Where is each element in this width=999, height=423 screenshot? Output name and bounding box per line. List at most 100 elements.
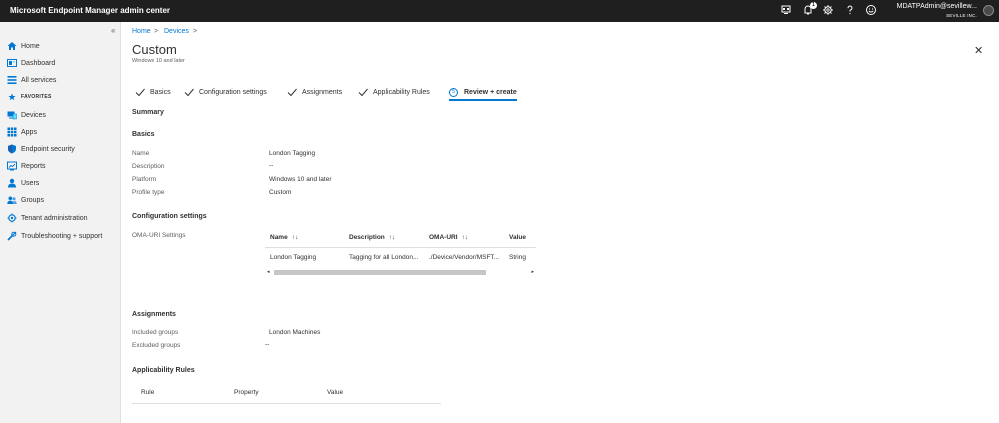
app-title[interactable]: Microsoft Endpoint Manager admin center xyxy=(10,6,170,15)
close-button[interactable]: ✕ xyxy=(974,44,983,57)
configuration-settings-heading: Configuration settings xyxy=(132,213,207,220)
included-groups-label: Included groups xyxy=(132,329,179,336)
column-header-property[interactable]: Property xyxy=(234,389,259,396)
breadcrumb-home[interactable]: Home xyxy=(132,28,151,35)
sidebar-item-label: Troubleshooting + support xyxy=(21,232,103,240)
user-avatar[interactable] xyxy=(983,5,994,16)
sidebar-item-groups[interactable]: Groups xyxy=(7,194,44,206)
basics-heading: Basics xyxy=(132,131,155,138)
platform-label: Platform xyxy=(132,176,157,183)
column-header-name[interactable]: Name ↑↓ xyxy=(270,234,298,241)
sidebar-favorites-header: FAVORITES xyxy=(7,91,52,103)
sidebar-item-label: Groups xyxy=(21,196,44,204)
collapse-sidebar-button[interactable]: « xyxy=(111,26,115,35)
user-icon xyxy=(8,178,16,188)
sidebar-item-label: Users xyxy=(21,179,40,187)
platform-value: Windows 10 and later xyxy=(269,176,332,183)
star-icon xyxy=(8,93,16,101)
step-label: Basics xyxy=(150,88,171,96)
step-assignments[interactable]: Assignments xyxy=(287,86,342,98)
user-name[interactable]: MDATPAdmin@sevillew... xyxy=(897,3,977,10)
step-label: Review + create xyxy=(464,88,517,96)
profile-type-label: Profile type xyxy=(132,189,165,196)
settings-gear-icon[interactable] xyxy=(822,4,834,16)
wrench-icon xyxy=(7,231,17,241)
description-label: Description xyxy=(132,163,165,170)
apps-icon xyxy=(7,127,17,137)
step-label: Assignments xyxy=(302,88,343,96)
breadcrumb-separator: > xyxy=(193,28,198,35)
sidebar-item-all-services[interactable]: All services xyxy=(7,74,56,86)
dashboard-icon xyxy=(7,59,17,67)
sidebar-item-label: Apps xyxy=(21,128,37,136)
applicability-rules-heading: Applicability Rules xyxy=(132,367,195,374)
all-services-icon xyxy=(7,76,17,84)
scrollbar-thumb[interactable] xyxy=(274,270,486,275)
groups-icon xyxy=(7,196,17,204)
home-icon xyxy=(7,42,17,50)
scroll-right-icon[interactable]: ▸ xyxy=(531,269,534,275)
page-subtitle: Windows 10 and later xyxy=(132,58,185,64)
column-header-description[interactable]: Description ↑↓ xyxy=(349,234,395,241)
table-divider xyxy=(265,247,536,248)
checkmark-icon xyxy=(135,88,145,97)
sidebar-item-label: Devices xyxy=(21,111,46,119)
table-cell-name: London Tagging xyxy=(270,254,317,261)
profile-type-value: Custom xyxy=(269,189,292,196)
step-number: 5 xyxy=(449,87,458,97)
column-header-oma-uri[interactable]: OMA-URI ↑↓ xyxy=(429,234,468,241)
column-header-value[interactable]: Value xyxy=(509,234,526,241)
sidebar-item-reports[interactable]: Reports xyxy=(7,160,46,172)
sidebar-item-label: Reports xyxy=(21,162,46,170)
sidebar-item-users[interactable]: Users xyxy=(7,177,39,189)
feedback-smiley-icon[interactable] xyxy=(865,4,877,16)
sidebar-item-endpoint-security[interactable]: Endpoint security xyxy=(7,143,75,155)
name-value: London Tagging xyxy=(269,150,316,157)
checkmark-icon xyxy=(287,88,297,97)
step-applicability-rules[interactable]: Applicability Rules xyxy=(358,86,430,98)
shield-icon xyxy=(8,144,16,154)
sort-icon[interactable]: ↑↓ xyxy=(389,234,396,241)
sidebar-item-home[interactable]: Home xyxy=(7,40,40,52)
devices-icon xyxy=(7,111,17,120)
sidebar-item-apps[interactable]: Apps xyxy=(7,126,37,138)
help-icon[interactable] xyxy=(844,4,856,16)
checkmark-icon xyxy=(184,88,194,97)
sidebar: « Home Dashboard All services FAVORITES … xyxy=(0,22,121,423)
breadcrumb-devices[interactable]: Devices xyxy=(164,28,189,35)
sidebar-item-label: Dashboard xyxy=(21,59,56,67)
notifications-icon[interactable]: 1 xyxy=(802,2,817,16)
step-label: Applicability Rules xyxy=(373,88,430,96)
tenant-icon xyxy=(7,213,17,223)
table-cell-description: Tagging for all London... xyxy=(349,254,419,261)
summary-heading: Summary xyxy=(132,109,164,116)
remote-desktop-icon[interactable] xyxy=(780,4,792,16)
step-label: Configuration settings xyxy=(199,88,267,96)
sort-icon[interactable]: ↑↓ xyxy=(292,234,299,241)
step-basics[interactable]: Basics xyxy=(135,86,171,98)
sidebar-section-label: FAVORITES xyxy=(21,94,52,100)
table-cell-oma-uri: ./Device/Vendor/MSFT... xyxy=(429,254,500,261)
user-org: SEVILLE INC. xyxy=(946,13,977,18)
column-header-rule[interactable]: Rule xyxy=(141,389,154,396)
page-title: Custom xyxy=(132,42,177,57)
description-value: -- xyxy=(269,162,274,169)
name-label: Name xyxy=(132,150,150,157)
column-header-value[interactable]: Value xyxy=(327,389,343,396)
breadcrumb-separator: > xyxy=(154,28,159,35)
sidebar-item-dashboard[interactable]: Dashboard xyxy=(7,57,55,69)
sidebar-item-tenant-administration[interactable]: Tenant administration xyxy=(7,212,88,224)
table-cell-value: String xyxy=(509,254,526,261)
sidebar-item-label: Home xyxy=(21,42,40,50)
sidebar-item-devices[interactable]: Devices xyxy=(7,109,46,121)
scroll-left-icon[interactable]: ◂ xyxy=(267,269,270,275)
top-bar: Microsoft Endpoint Manager admin center … xyxy=(0,0,999,22)
table-divider xyxy=(132,403,441,404)
oma-uri-table: Name ↑↓ Description ↑↓ OMA-URI ↑↓ Value Lon… xyxy=(265,230,536,279)
horizontal-scrollbar[interactable]: ◂ ▸ xyxy=(265,269,536,276)
step-configuration-settings[interactable]: Configuration settings xyxy=(184,86,267,98)
sort-icon[interactable]: ↑↓ xyxy=(462,234,469,241)
step-review-create[interactable]: 5 Review + create xyxy=(449,86,517,98)
active-step-indicator xyxy=(449,99,517,101)
sidebar-item-troubleshooting-support[interactable]: Troubleshooting + support xyxy=(7,230,102,242)
